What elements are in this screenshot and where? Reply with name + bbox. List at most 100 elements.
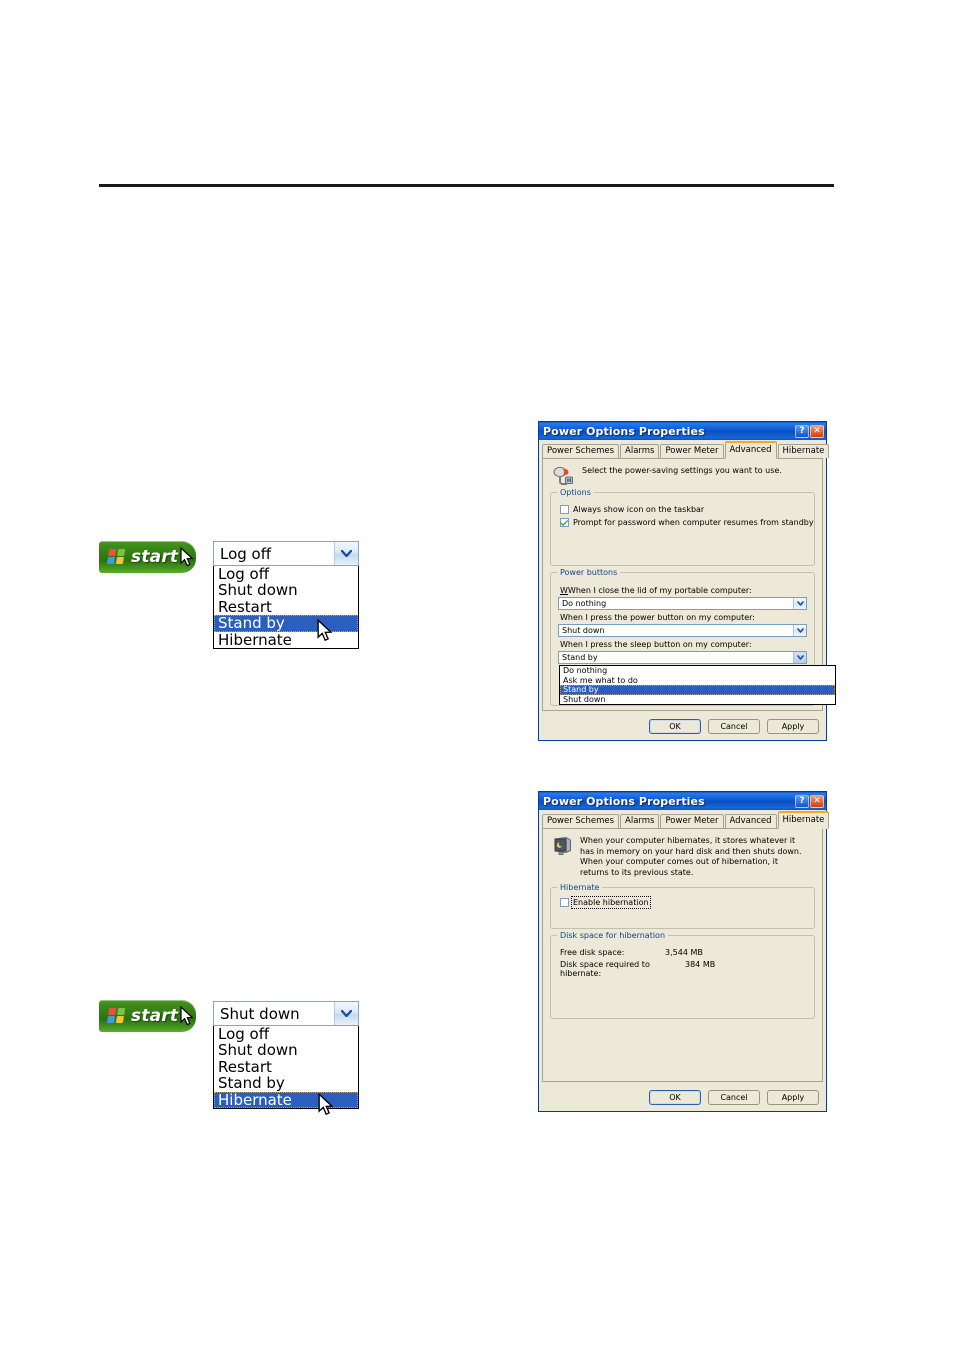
list-item-selected[interactable]: Stand by (560, 685, 835, 695)
list-item[interactable]: Shut down (214, 1042, 358, 1059)
hibernate-group-label: Hibernate (557, 883, 603, 892)
cancel-button[interactable]: Cancel (708, 1089, 760, 1105)
sleep-button-action-combo[interactable]: Stand by Do nothing Ask me what to do St… (558, 651, 836, 705)
chevron-down-icon[interactable] (793, 625, 806, 636)
tab-power-meter[interactable]: Power Meter (660, 444, 724, 458)
windows-flag-icon (106, 549, 127, 565)
list-item[interactable]: Ask me what to do (560, 676, 835, 686)
list-item[interactable]: Log off (214, 1026, 358, 1043)
prompt-password-row[interactable]: Prompt for password when computer resume… (560, 518, 814, 527)
shutdown-combo-1[interactable]: Log off Log off Shut down Restart Stand … (213, 541, 359, 649)
dialog-titlebar[interactable]: Power Options Properties ? ✕ (539, 792, 826, 810)
computer-monitor-icon (552, 836, 572, 856)
help-icon[interactable]: ? (795, 794, 809, 808)
start-button-label: start (131, 1006, 179, 1026)
required-disk-space-row: Disk space required to hibernate: 384 MB (560, 960, 807, 978)
dialog-description-row: Select the power-saving settings you wan… (552, 466, 815, 486)
start-button-2[interactable]: start (99, 1000, 196, 1032)
enable-hibernation-checkbox[interactable] (560, 898, 569, 907)
tab-advanced[interactable]: Advanced (724, 814, 777, 828)
prompt-password-label: Prompt for password when computer resume… (573, 518, 814, 527)
ok-button[interactable]: OK (649, 1089, 701, 1105)
list-item[interactable]: Restart (214, 1058, 358, 1075)
help-icon[interactable]: ? (795, 424, 809, 438)
shutdown-combo-2-list[interactable]: Log off Shut down Restart Stand by Hiber… (213, 1026, 359, 1109)
power-options-hibernate-dialog[interactable]: Power Options Properties ? ✕ Power Schem… (538, 791, 830, 1112)
start-button-1[interactable]: start (99, 541, 196, 573)
list-item[interactable]: Shut down (214, 582, 358, 599)
power-button-action-combo[interactable]: Shut down (558, 624, 807, 637)
tab-hibernate[interactable]: Hibernate (777, 811, 830, 829)
header-rule (99, 184, 834, 187)
shutdown-combo-1-box[interactable]: Log off (213, 541, 359, 566)
cancel-button[interactable]: Cancel (708, 718, 760, 734)
list-item[interactable]: Restart (214, 598, 358, 615)
tab-hibernate[interactable]: Hibernate (777, 444, 830, 458)
apply-button[interactable]: Apply (767, 1089, 819, 1105)
list-item[interactable]: Shut down (560, 695, 835, 705)
dialog-title: Power Options Properties (543, 424, 705, 438)
shutdown-combo-1-value: Log off (220, 544, 272, 563)
options-group-label: Options (557, 488, 594, 497)
ok-button[interactable]: OK (649, 718, 701, 734)
tab-power-meter[interactable]: Power Meter (660, 814, 724, 828)
dialog-tabs[interactable]: Power Schemes Alarms Power Meter Advance… (542, 441, 830, 459)
document-page: start Log off Log off Shut down Restart … (0, 0, 954, 1351)
close-icon[interactable]: ✕ (810, 424, 824, 438)
dialog-description: Select the power-saving settings you wan… (582, 466, 782, 475)
free-disk-space-value: 3,544 MB (665, 948, 703, 957)
windows-flag-icon (106, 1008, 127, 1024)
power-plug-icon (552, 466, 574, 486)
list-item-selected[interactable]: Hibernate (214, 1091, 358, 1108)
chevron-down-icon[interactable] (334, 542, 358, 565)
options-group: Options Always show icon on the taskbar … (550, 488, 815, 566)
free-disk-space-label: Free disk space: (560, 948, 625, 957)
lid-action-combo[interactable]: Do nothing (558, 597, 807, 610)
list-item[interactable]: Hibernate (214, 631, 358, 648)
power-options-advanced-dialog[interactable]: Power Options Properties ? ✕ Power Schem… (538, 421, 836, 741)
prompt-password-checkbox[interactable] (560, 518, 569, 527)
chevron-down-icon[interactable] (334, 1002, 358, 1025)
close-icon[interactable]: ✕ (810, 794, 824, 808)
always-show-icon-checkbox[interactable] (560, 505, 569, 514)
dialog-tabs[interactable]: Power Schemes Alarms Power Meter Advance… (542, 811, 830, 829)
required-disk-space-label: Disk space required to hibernate: (560, 960, 650, 978)
sleep-button-action-value: Stand by (562, 653, 598, 662)
disk-space-group-label: Disk space for hibernation (557, 931, 669, 940)
hibernate-tab-pane: When your computer hibernates, it stores… (542, 828, 823, 1082)
always-show-icon-label: Always show icon on the taskbar (573, 505, 705, 514)
shutdown-combo-2-box[interactable]: Shut down (213, 1001, 359, 1026)
power-button-label: When I press the power button on my comp… (560, 613, 755, 622)
required-disk-space-value: 384 MB (685, 960, 716, 969)
advanced-tab-pane: Select the power-saving settings you wan… (542, 458, 836, 711)
list-item-selected[interactable]: Stand by (214, 615, 358, 632)
tab-advanced[interactable]: Advanced (724, 441, 777, 459)
tab-power-schemes[interactable]: Power Schemes (542, 444, 620, 458)
shutdown-combo-2-value: Shut down (220, 1004, 300, 1023)
lid-label: WWhen I close the lid of my portable com… (560, 586, 752, 595)
sleep-button-label: When I press the sleep button on my comp… (560, 640, 752, 649)
dialog-titlebar[interactable]: Power Options Properties ? ✕ (539, 422, 826, 440)
always-show-icon-row[interactable]: Always show icon on the taskbar (560, 505, 807, 514)
apply-button[interactable]: Apply (767, 718, 819, 734)
power-buttons-group: Power buttons WWhen I close the lid of m… (550, 568, 836, 706)
shutdown-combo-1-list[interactable]: Log off Shut down Restart Stand by Hiber… (213, 566, 359, 649)
list-item[interactable]: Stand by (214, 1075, 358, 1092)
list-item[interactable]: Do nothing (560, 666, 835, 676)
dialog-description-row: When your computer hibernates, it stores… (552, 836, 815, 878)
dialog-description: When your computer hibernates, it stores… (580, 836, 802, 877)
tab-power-schemes[interactable]: Power Schemes (542, 814, 620, 828)
chevron-down-icon[interactable] (793, 652, 806, 663)
enable-hibernation-label: Enable hibernation (571, 896, 651, 909)
lid-label-text: When I close the lid of my portable comp… (567, 586, 752, 595)
hibernate-group: Hibernate Enable hibernation (550, 883, 815, 929)
power-buttons-group-label: Power buttons (557, 568, 621, 577)
sleep-button-action-list[interactable]: Do nothing Ask me what to do Stand by Sh… (559, 665, 836, 705)
shutdown-combo-2[interactable]: Shut down Log off Shut down Restart Stan… (213, 1001, 359, 1109)
tab-alarms[interactable]: Alarms (620, 444, 660, 458)
tab-alarms[interactable]: Alarms (620, 814, 660, 828)
enable-hibernation-row[interactable]: Enable hibernation (560, 896, 807, 909)
list-item[interactable]: Log off (214, 566, 358, 583)
chevron-down-icon[interactable] (793, 598, 806, 609)
free-disk-space-row: Free disk space: 3,544 MB (560, 948, 807, 957)
